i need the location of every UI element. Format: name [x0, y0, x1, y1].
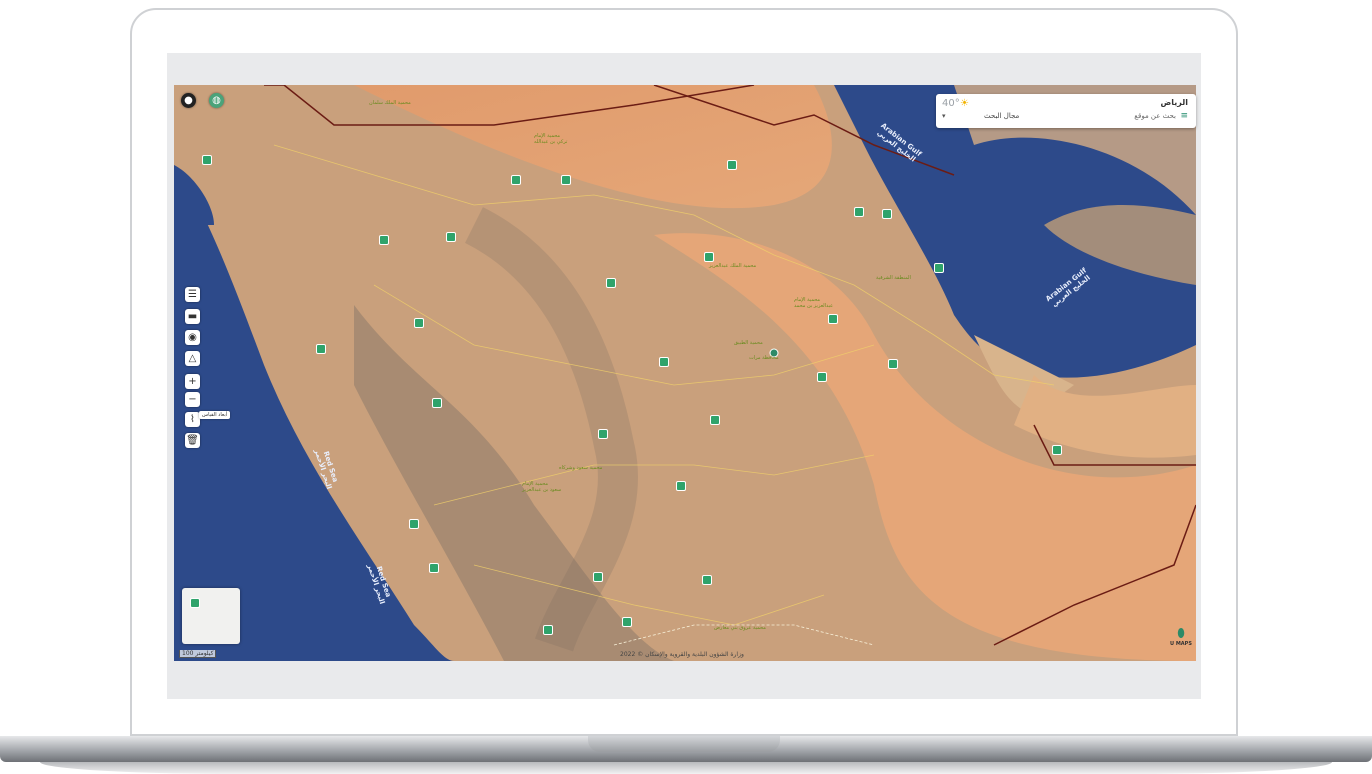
- map-view[interactable]: Arabian Gulf الخليج العربي Arabian Gulf …: [174, 85, 1196, 661]
- reserve-pin[interactable]: [432, 398, 442, 408]
- reserve-pin[interactable]: [622, 617, 632, 627]
- reserve-pin[interactable]: [676, 481, 686, 491]
- reserve-pin[interactable]: [854, 207, 864, 217]
- scale-bar: 100 كيلومتر: [179, 650, 217, 658]
- reserve-pin[interactable]: [543, 625, 553, 635]
- place-label: محافظة مرات: [749, 355, 779, 361]
- menu-icon[interactable]: ≡: [1180, 111, 1188, 121]
- user-account-icon[interactable]: ●: [181, 93, 196, 108]
- measure-icon[interactable]: ⌇: [185, 412, 200, 427]
- reserve-pin[interactable]: [882, 209, 892, 219]
- reserve-pin[interactable]: [817, 372, 827, 382]
- delete-icon[interactable]: 🗑: [185, 433, 200, 448]
- panel-toggle-icon[interactable]: ▬: [185, 309, 200, 324]
- umaps-logo: ⬮ U MAPS: [1169, 626, 1193, 647]
- reserve-pin[interactable]: [429, 563, 439, 573]
- search-panel[interactable]: 40° ☀ الرياض ≡ بحث عن موقع مجال البحث ▾: [936, 94, 1196, 128]
- logo-text: U MAPS: [1170, 641, 1192, 647]
- reserve-pin[interactable]: [888, 359, 898, 369]
- place-label: محمية الإمام سعود بن عبدالعزيز: [522, 481, 562, 493]
- attribution: وزارة الشؤون البلدية والقروية والإسكان ©…: [620, 651, 744, 658]
- place-label: محمية الطبيق: [734, 340, 763, 346]
- reserve-pin[interactable]: [702, 575, 712, 585]
- reserve-pin[interactable]: [659, 357, 669, 367]
- measure-tooltip: أبعاد القياس: [199, 411, 231, 419]
- reserve-pin[interactable]: [316, 344, 326, 354]
- reserve-pin[interactable]: [710, 415, 720, 425]
- globe-icon[interactable]: ◍: [209, 93, 224, 108]
- place-label: محمية الملك عبدالعزيز: [709, 263, 757, 269]
- zoom-out-button[interactable]: −: [185, 392, 200, 407]
- search-input[interactable]: بحث عن موقع: [1134, 112, 1176, 120]
- reserve-pin[interactable]: [598, 429, 608, 439]
- minimap[interactable]: [182, 588, 240, 644]
- locate-icon[interactable]: ◉: [185, 330, 200, 345]
- laptop-base: [0, 736, 1372, 774]
- reserve-pin[interactable]: [561, 175, 571, 185]
- layers-list-icon[interactable]: ☰: [185, 287, 200, 302]
- satellite-map: [174, 85, 1196, 661]
- map-pin-icon: ⬮: [1177, 626, 1185, 640]
- chevron-down-icon[interactable]: ▾: [942, 112, 946, 120]
- place-label: المنطقة الشرقية: [876, 275, 911, 281]
- reserve-pin[interactable]: [409, 519, 419, 529]
- search-scope-select[interactable]: مجال البحث: [984, 112, 1019, 120]
- place-label: محمية عروق بني معارض: [714, 625, 766, 631]
- minimap-pin: [190, 598, 200, 608]
- sun-icon: ☀: [960, 98, 969, 109]
- reserve-pin[interactable]: [511, 175, 521, 185]
- reserve-pin[interactable]: [593, 572, 603, 582]
- reserve-pin[interactable]: [379, 235, 389, 245]
- reserve-pin[interactable]: [202, 155, 212, 165]
- base-foot: [40, 762, 1332, 774]
- city-name: الرياض: [1160, 98, 1189, 107]
- reserve-pin[interactable]: [934, 263, 944, 273]
- reserve-pin[interactable]: [1052, 445, 1062, 455]
- reserve-pin[interactable]: [704, 252, 714, 262]
- base-notch: [588, 736, 780, 752]
- place-label: محمية الإمام عبدالعزيز بن محمد: [794, 297, 834, 309]
- place-label: محمية الملك سلمان: [369, 100, 411, 106]
- reserve-pin[interactable]: [414, 318, 424, 328]
- reserve-pin[interactable]: [606, 278, 616, 288]
- place-label: محمية الإمام تركي بن عبدالله: [534, 133, 568, 145]
- zoom-in-button[interactable]: +: [185, 374, 200, 389]
- place-label: محمية سعود وشركاه: [559, 465, 603, 471]
- temperature: 40°: [942, 98, 960, 109]
- reserve-pin[interactable]: [446, 232, 456, 242]
- reserve-pin[interactable]: [828, 314, 838, 324]
- reserve-pin[interactable]: [727, 160, 737, 170]
- terrain-icon[interactable]: △: [185, 351, 200, 366]
